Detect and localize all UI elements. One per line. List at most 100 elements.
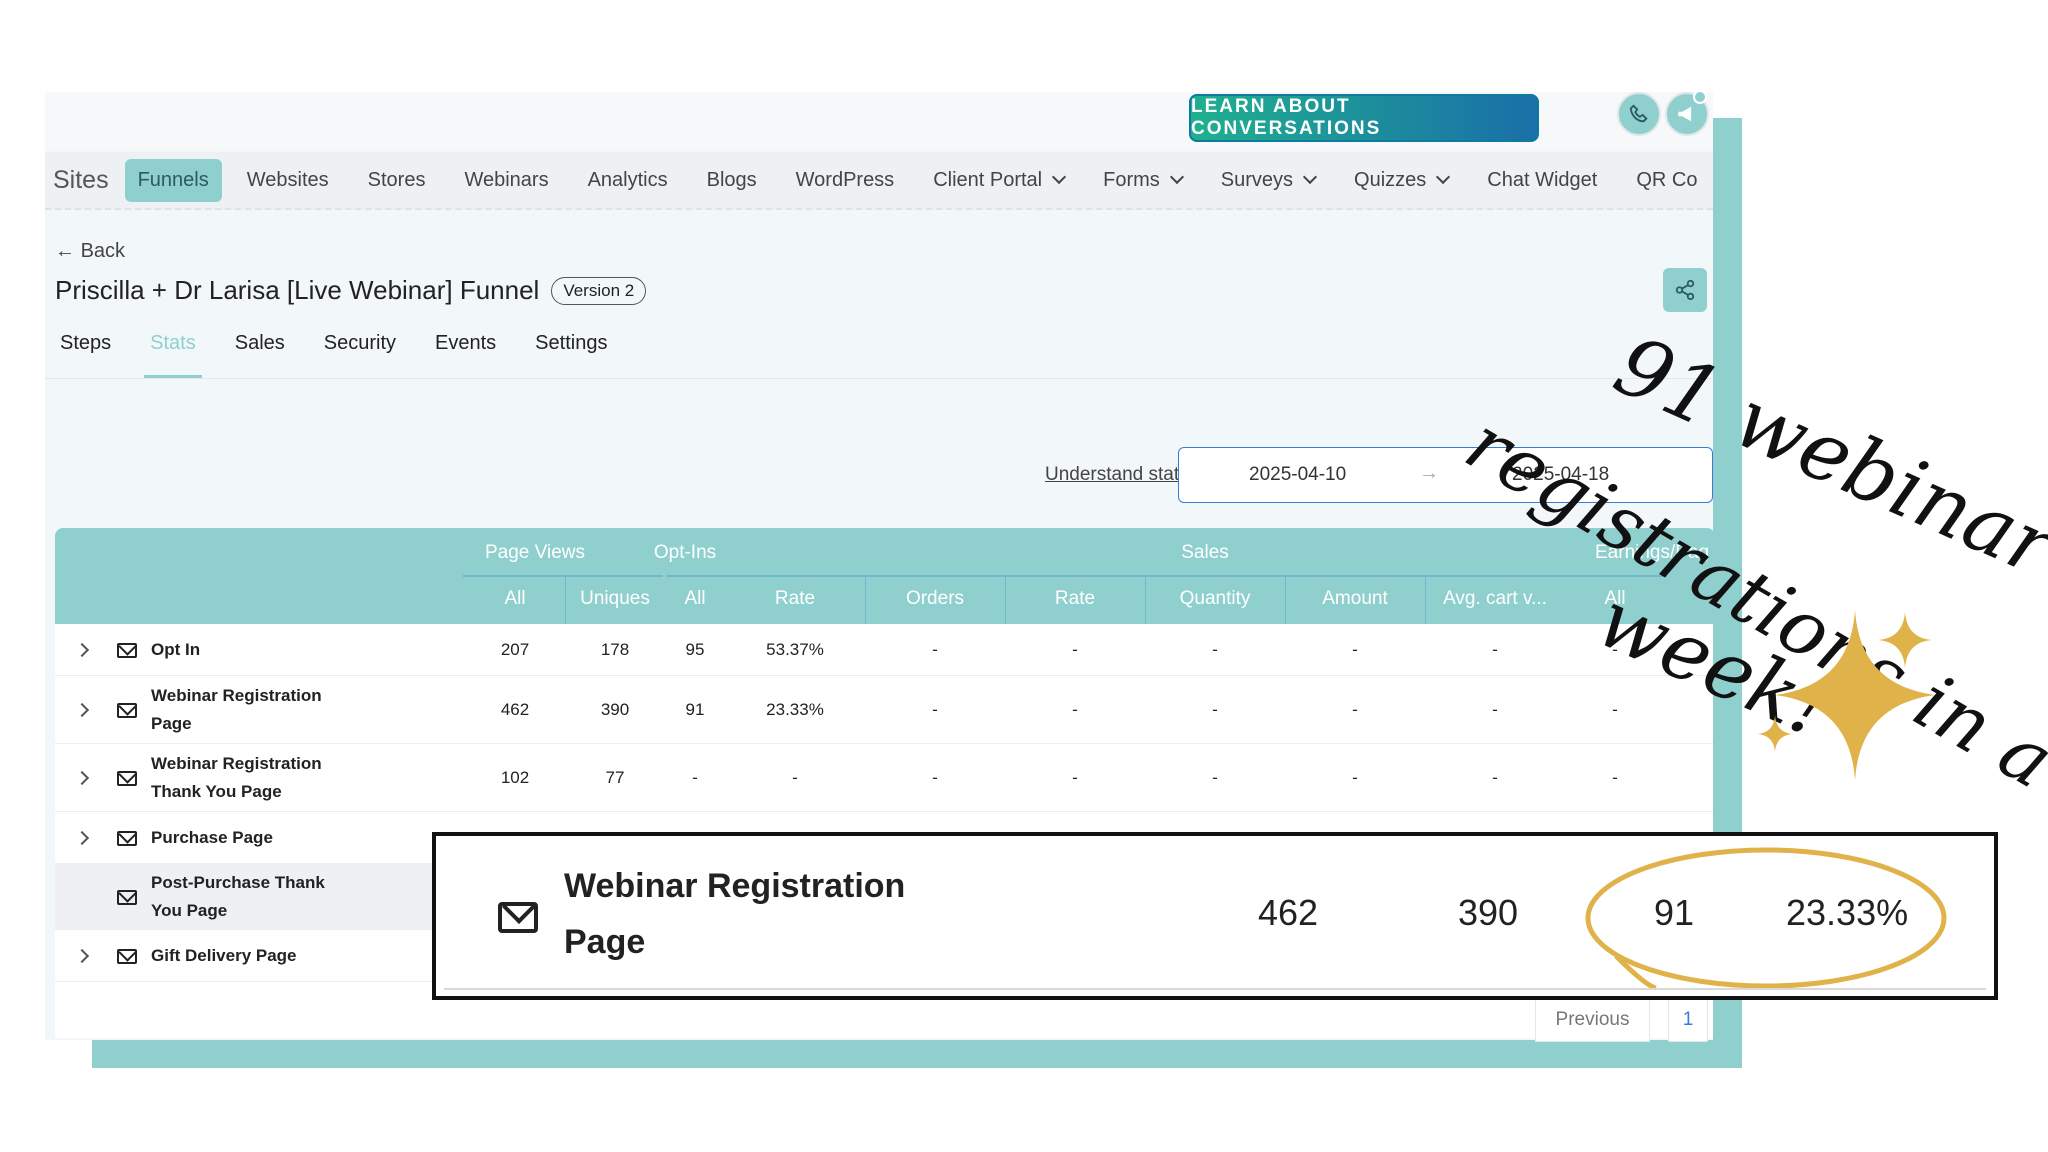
nav-item-stores[interactable]: Stores <box>368 169 426 192</box>
cell-amount: - <box>1352 700 1358 719</box>
zoom-all: 462 <box>1258 892 1319 933</box>
nav-item-label: Surveys <box>1220 168 1294 191</box>
nav-item-forms[interactable]: Forms <box>1103 168 1184 192</box>
cell-avg-cart: - <box>1492 768 1498 787</box>
table-row[interactable]: Webinar Registration Thank You Page 102 … <box>55 744 1713 812</box>
col-divider <box>1425 576 1426 624</box>
tab-sales[interactable]: Sales <box>235 332 285 378</box>
tab-security[interactable]: Security <box>324 332 396 378</box>
cell-avg-cart: - <box>1492 700 1498 719</box>
nav-item-chat-widget[interactable]: Chat Widget <box>1487 169 1597 192</box>
step-name[interactable]: Opt In <box>151 636 200 664</box>
step-name[interactable]: Gift Delivery Page <box>151 942 297 970</box>
top-bar: LEARN ABOUT CONVERSATIONS <box>45 92 1713 150</box>
cell-amount: - <box>1352 640 1358 659</box>
mail-icon <box>117 949 137 964</box>
funnel-title: Priscilla + Dr Larisa [Live Webinar] Fun… <box>55 275 540 305</box>
nav-item-wordpress[interactable]: WordPress <box>796 169 895 192</box>
mail-icon <box>117 831 137 846</box>
tab-stats[interactable]: Stats <box>144 332 202 378</box>
col-opt-rate: Rate <box>774 588 816 609</box>
page-title: Priscilla + Dr Larisa [Live Webinar] Fun… <box>55 275 647 306</box>
cell-pv-all: 102 <box>500 768 530 787</box>
chevron-right-icon[interactable] <box>74 770 90 786</box>
zoom-step-name: Webinar Registration Page <box>564 867 906 961</box>
cell-orders: - <box>932 700 938 719</box>
sites-nav: Sites Funnels Websites Stores Webinars A… <box>45 152 1713 210</box>
nav-item-qr-codes[interactable]: QR Co <box>1636 169 1697 192</box>
group-sales: Sales <box>1181 542 1229 563</box>
col-divider <box>1005 576 1006 624</box>
cell-earnings: - <box>1612 700 1618 719</box>
tab-events[interactable]: Events <box>435 332 496 378</box>
chevron-right-icon[interactable] <box>74 642 90 658</box>
col-divider <box>865 576 866 624</box>
mail-icon <box>117 890 137 905</box>
cell-orders: - <box>932 768 938 787</box>
nav-brand: Sites <box>53 165 109 194</box>
sparkle-icon <box>1758 610 1935 780</box>
cell-quantity: - <box>1212 768 1218 787</box>
nav-item-client-portal[interactable]: Client Portal <box>933 168 1067 192</box>
tab-steps[interactable]: Steps <box>60 332 111 378</box>
funnel-tabs: Steps Stats Sales Security Events Settin… <box>60 332 646 378</box>
step-name[interactable]: Post-Purchase Thank You Page <box>151 869 351 925</box>
mail-icon <box>117 643 137 658</box>
cell-avg-cart: - <box>1492 640 1498 659</box>
step-name[interactable]: Purchase Page <box>151 824 273 852</box>
back-link[interactable]: ← Back <box>55 240 125 263</box>
cell-opt-rate: - <box>792 768 798 787</box>
understand-stats-link[interactable]: Understand stats <box>1045 464 1189 486</box>
step-name[interactable]: Webinar Registration Thank You Page <box>151 750 351 806</box>
table-row[interactable]: Webinar Registration Page 462 390 91 23.… <box>55 676 1713 744</box>
cell-opt-all: 95 <box>685 640 705 659</box>
canvas: LEARN ABOUT CONVERSATIONS Sites Funnels … <box>0 0 2048 1152</box>
mail-icon <box>117 771 137 786</box>
col-quantity: Quantity <box>1179 588 1251 609</box>
group-underline <box>463 575 663 577</box>
version-badge[interactable]: Version 2 <box>551 276 647 305</box>
chevron-right-icon[interactable] <box>74 948 90 964</box>
zoom-row-border <box>444 988 1986 990</box>
cell-quantity: - <box>1212 640 1218 659</box>
back-arrow-icon: ← <box>55 240 81 262</box>
nav-item-websites[interactable]: Websites <box>247 169 329 192</box>
group-page-views: Page Views <box>485 542 585 563</box>
nav-item-webinars[interactable]: Webinars <box>464 169 548 192</box>
cell-opt-rate: 23.33% <box>766 700 824 719</box>
nav-item-quizzes[interactable]: Quizzes <box>1354 169 1451 192</box>
cell-earnings: - <box>1612 768 1618 787</box>
cell-sales-rate: - <box>1072 700 1078 719</box>
highlight-circle <box>1585 847 1947 991</box>
nav-item-label: Forms <box>1103 168 1160 191</box>
table-row[interactable]: Opt In 207 178 95 53.37% - - - - - - <box>55 624 1713 676</box>
col-pv-all: All <box>504 588 526 609</box>
group-opt-ins: Opt-Ins <box>653 542 717 563</box>
learn-conversations-button[interactable]: LEARN ABOUT CONVERSATIONS <box>1189 94 1539 142</box>
step-name[interactable]: Webinar Registration Page <box>151 682 351 738</box>
chevron-down-icon <box>1302 169 1318 185</box>
col-amount: Amount <box>1322 588 1388 609</box>
nav-item-analytics[interactable]: Analytics <box>588 169 668 192</box>
table-header: Page Views Opt-Ins Sales Earnings/Pag Al… <box>55 528 1713 624</box>
nav-item-label: Client Portal <box>933 168 1043 191</box>
previous-page-button[interactable]: Previous <box>1535 998 1650 1042</box>
tab-settings[interactable]: Settings <box>535 332 607 378</box>
col-avg-cart: Avg. cart v... <box>1443 588 1547 609</box>
nav-item-funnels[interactable]: Funnels <box>124 158 222 202</box>
col-divider <box>1145 576 1146 624</box>
page-1-button[interactable]: 1 <box>1668 998 1708 1042</box>
zoom-callout: Webinar Registration Page 462 390 91 23.… <box>432 832 1998 1000</box>
share-button[interactable] <box>1663 268 1707 312</box>
arrow-right-icon: → <box>1419 462 1439 484</box>
chevron-right-icon[interactable] <box>74 702 90 718</box>
mail-icon <box>498 902 538 933</box>
nav-item-surveys[interactable]: Surveys <box>1220 168 1318 192</box>
col-divider <box>1285 576 1286 624</box>
nav-item-blogs[interactable]: Blogs <box>707 169 757 192</box>
chevron-right-icon[interactable] <box>74 830 90 846</box>
phone-icon[interactable] <box>1617 92 1661 136</box>
share-icon <box>1675 279 1695 301</box>
date-from[interactable]: 2025-04-10 <box>1249 464 1346 486</box>
group-underline <box>667 575 1667 577</box>
